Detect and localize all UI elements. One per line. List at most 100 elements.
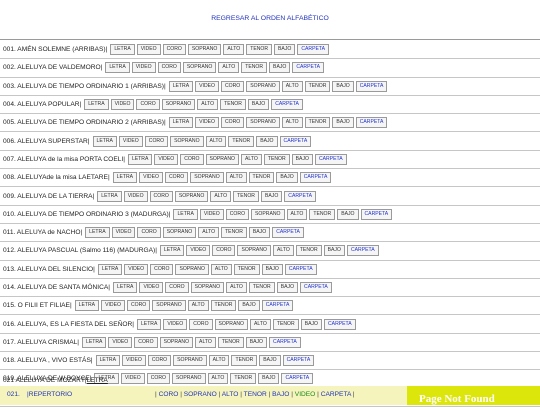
carpeta-button[interactable]: CARPETA: [292, 62, 325, 74]
carpeta-button[interactable]: CARPETA: [284, 263, 317, 275]
back-to-alphabetical-link[interactable]: REGRESAR AL ORDEN ALFABÉTICO: [0, 15, 540, 22]
coro-button[interactable]: CORO: [164, 172, 189, 184]
bajo-button[interactable]: BAJO: [337, 208, 359, 220]
carpeta-button[interactable]: CARPETA: [297, 44, 330, 56]
tenor-button[interactable]: TENOR: [304, 80, 331, 92]
video-button[interactable]: VIDEO: [139, 282, 164, 293]
tenor-button[interactable]: TENOR: [217, 336, 244, 348]
carpeta-button[interactable]: CARPETA: [355, 117, 388, 129]
alto-button[interactable]: ALTO: [207, 373, 229, 385]
coro-button[interactable]: CORO: [126, 300, 151, 312]
tenor-button[interactable]: TENOR: [221, 227, 247, 239]
tenor-button[interactable]: TENOR: [309, 208, 336, 220]
soprano-button[interactable]: SOPRANO: [251, 208, 285, 220]
video-button[interactable]: VIDEO: [110, 99, 135, 111]
letra-button[interactable]: LETRA: [173, 208, 198, 220]
letra-button[interactable]: LETRA: [105, 62, 130, 74]
alto-button[interactable]: ALTO: [250, 318, 271, 330]
letra-button[interactable]: LETRA: [168, 117, 194, 129]
video-button[interactable]: VIDEO: [195, 80, 219, 92]
letra-button[interactable]: LETRA: [113, 282, 138, 293]
alto-button[interactable]: ALTO: [205, 135, 227, 147]
soprano-button[interactable]: SOPRANO: [214, 318, 249, 330]
soprano-button[interactable]: SOPRANO: [205, 153, 239, 165]
alto-button[interactable]: ALTO: [281, 117, 303, 129]
tenor-button[interactable]: TENOR: [231, 355, 258, 367]
tenor-button[interactable]: TENOR: [220, 99, 246, 111]
carpeta-button[interactable]: CARPETA: [272, 227, 304, 239]
bajo-button[interactable]: BAJO: [261, 263, 283, 275]
soprano-button[interactable]: SOPRANO: [159, 336, 194, 348]
bajo-button[interactable]: BAJO: [258, 373, 280, 385]
video-button[interactable]: VIDEO: [139, 172, 163, 184]
bajo-button[interactable]: BAJO: [256, 135, 278, 147]
video-button[interactable]: VIDEO: [186, 245, 211, 257]
coro-button[interactable]: CORO: [144, 135, 169, 147]
carpeta-button[interactable]: CARPETA: [284, 190, 316, 202]
bajo-button[interactable]: BAJO: [276, 282, 299, 293]
video-button[interactable]: VIDEO: [163, 318, 188, 330]
tenor-button[interactable]: TENOR: [233, 263, 260, 275]
footer-video-link[interactable]: VIDEO: [295, 391, 316, 398]
tenor-button[interactable]: TENOR: [263, 153, 290, 165]
alto-button[interactable]: ALTO: [225, 172, 247, 184]
tenor-button[interactable]: TENOR: [304, 117, 331, 129]
carpeta-button[interactable]: CARPETA: [314, 153, 347, 165]
soprano-button[interactable]: SOPRANO: [237, 245, 271, 257]
bajo-button[interactable]: BAJO: [247, 99, 270, 111]
coro-button[interactable]: CORO: [212, 245, 236, 257]
bajo-button[interactable]: BAJO: [291, 153, 313, 165]
coro-button[interactable]: CORO: [180, 153, 204, 165]
letra-button[interactable]: LETRA: [168, 80, 194, 92]
bajo-button[interactable]: BAJO: [248, 227, 271, 239]
soprano-button[interactable]: SOPRANO: [172, 373, 206, 385]
soprano-button[interactable]: SOPRANO: [187, 44, 222, 56]
repertorio-link[interactable]: |REPERTORIO: [27, 391, 72, 398]
letra-button[interactable]: LETRA: [110, 44, 135, 56]
soprano-button[interactable]: SOPRANO: [190, 282, 225, 293]
alto-button[interactable]: ALTO: [208, 355, 230, 367]
letra-link[interactable]: LETRA: [87, 377, 108, 384]
coro-button[interactable]: CORO: [147, 355, 172, 367]
letra-button[interactable]: LETRA: [112, 172, 138, 184]
video-button[interactable]: VIDEO: [121, 355, 146, 367]
carpeta-button[interactable]: CARPETA: [299, 172, 332, 184]
bajo-button[interactable]: BAJO: [332, 117, 354, 129]
letra-button[interactable]: LETRA: [97, 263, 123, 275]
soprano-button[interactable]: SOPRANO: [170, 135, 204, 147]
coro-button[interactable]: CORO: [220, 80, 245, 92]
soprano-button[interactable]: SOPRANO: [246, 80, 280, 92]
coro-button[interactable]: CORO: [149, 190, 173, 202]
footer-soprano-link[interactable]: SOPRANO: [184, 391, 217, 398]
video-button[interactable]: VIDEO: [131, 62, 156, 74]
tenor-button[interactable]: TENOR: [228, 135, 255, 147]
footer-alto-link[interactable]: ALTO: [222, 391, 239, 398]
footer-tenor-link[interactable]: TENOR: [244, 391, 267, 398]
bajo-button[interactable]: BAJO: [269, 62, 291, 74]
coro-button[interactable]: CORO: [225, 208, 250, 220]
coro-button[interactable]: CORO: [220, 117, 245, 129]
bajo-button[interactable]: BAJO: [323, 245, 345, 257]
alto-button[interactable]: ALTO: [286, 208, 308, 220]
letra-button[interactable]: LETRA: [127, 153, 153, 165]
coro-button[interactable]: CORO: [162, 44, 186, 56]
letra-button[interactable]: LETRA: [159, 245, 185, 257]
carpeta-button[interactable]: CARPETA: [279, 135, 312, 147]
tenor-button[interactable]: TENOR: [248, 172, 275, 184]
letra-button[interactable]: LETRA: [84, 99, 109, 111]
coro-button[interactable]: CORO: [137, 227, 161, 239]
soprano-button[interactable]: SOPRANO: [190, 172, 224, 184]
video-button[interactable]: VIDEO: [101, 300, 125, 312]
alto-button[interactable]: ALTO: [187, 300, 209, 312]
bajo-button[interactable]: BAJO: [332, 80, 354, 92]
video-button[interactable]: VIDEO: [118, 135, 143, 147]
tenor-button[interactable]: TENOR: [230, 373, 257, 385]
coro-button[interactable]: CORO: [146, 373, 171, 385]
coro-button[interactable]: CORO: [189, 318, 213, 330]
alto-button[interactable]: ALTO: [281, 80, 303, 92]
coro-button[interactable]: CORO: [134, 336, 158, 348]
bajo-button[interactable]: BAJO: [300, 318, 322, 330]
tenor-button[interactable]: TENOR: [248, 282, 275, 293]
bajo-button[interactable]: BAJO: [238, 300, 260, 312]
letra-button[interactable]: LETRA: [74, 300, 100, 312]
